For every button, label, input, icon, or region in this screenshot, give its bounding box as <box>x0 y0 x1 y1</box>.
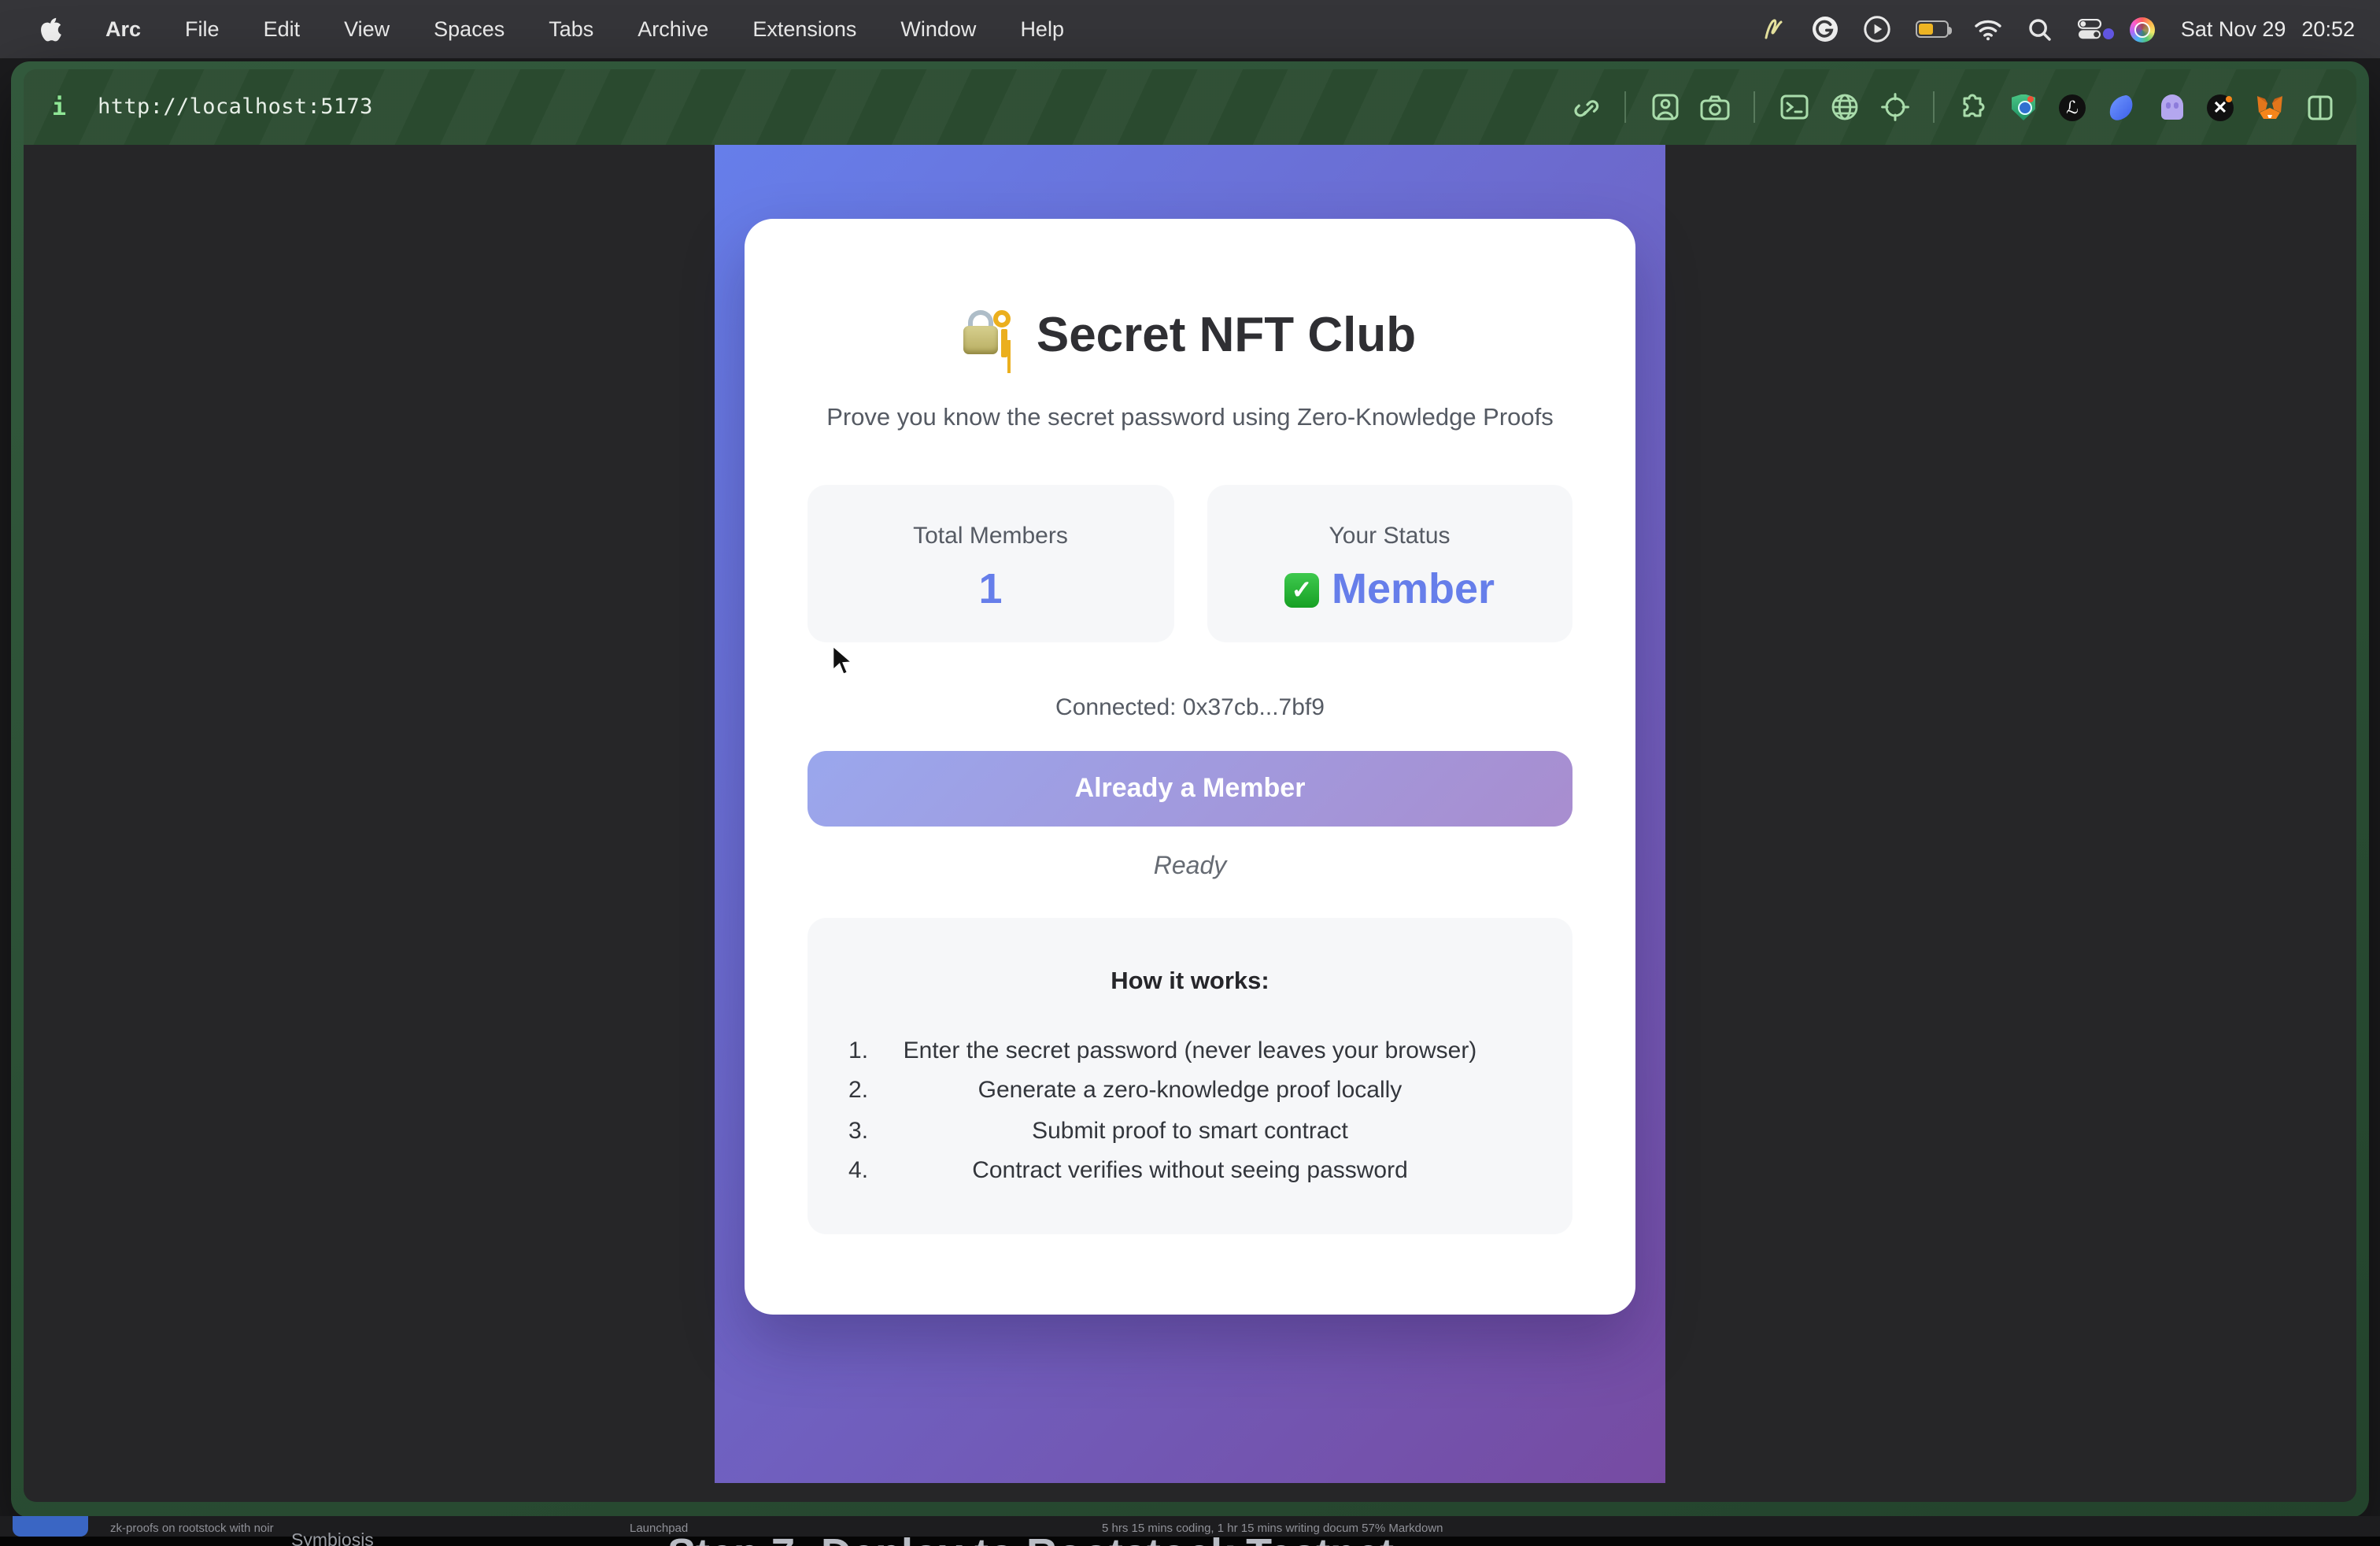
grammarly-status-icon[interactable] <box>1813 16 1839 43</box>
stats-row: Total Members 1 Your Status ✓ Member <box>808 485 1572 642</box>
clock-date: Sat Nov 29 <box>2181 17 2286 41</box>
control-center-icon[interactable] <box>2079 19 2105 39</box>
member-text: Member <box>1332 565 1495 614</box>
your-status-value: ✓ Member <box>1207 565 1572 614</box>
rainbow-lens-icon[interactable] <box>2131 17 2156 42</box>
globe-icon[interactable] <box>1829 92 1859 122</box>
screenshot-image-icon[interactable] <box>1650 92 1680 122</box>
how-it-works-list: Enter the secret password (never leaves … <box>808 1031 1572 1191</box>
check-mark-icon: ✓ <box>1284 572 1319 607</box>
script-l-extension-icon[interactable]: ℒ <box>2059 94 2086 120</box>
notification-dot <box>2104 28 2115 39</box>
how-it-works-box: How it works: Enter the secret password … <box>808 918 1572 1234</box>
element-picker-icon[interactable] <box>1879 92 1909 122</box>
menu-extensions[interactable]: Extensions <box>752 17 856 41</box>
clock-time: 20:52 <box>2301 17 2355 41</box>
terminal-icon[interactable] <box>1779 92 1809 122</box>
how-it-works-heading: How it works: <box>808 968 1572 997</box>
webpage-background: Secret NFT Club Prove you know the secre… <box>715 145 1665 1483</box>
menu-file[interactable]: File <box>185 17 220 41</box>
doc-step-heading: Step 7: Deploy to Rootstock Testnet <box>667 1530 1394 1546</box>
how-step-1: Enter the secret password (never leaves … <box>808 1031 1572 1071</box>
page-title: Secret NFT Club <box>808 307 1572 364</box>
vscode-branch-text: zk-proofs on rootstock with noir <box>110 1520 274 1534</box>
page-subtitle: Prove you know the secret password using… <box>808 405 1572 433</box>
spotlight-search-icon[interactable] <box>2028 17 2053 42</box>
wifi-icon[interactable] <box>1975 18 2003 40</box>
menu-archive[interactable]: Archive <box>638 17 708 41</box>
adguard-shield-icon[interactable] <box>2009 92 2038 122</box>
doc-project-label: Symbiosis <box>291 1532 374 1546</box>
toolbar-divider <box>1754 91 1755 123</box>
site-info-icon[interactable]: i <box>52 93 66 121</box>
menubar-clock[interactable]: Sat Nov 29 20:52 <box>2181 17 2355 41</box>
menu-tabs[interactable]: Tabs <box>549 17 593 41</box>
background-document-window: Symbiosis Step 7: Deploy to Rootstock Te… <box>0 1537 2380 1546</box>
vscode-remote-indicator[interactable] <box>13 1516 88 1537</box>
total-members-value: 1 <box>808 565 1173 614</box>
url-text[interactable]: http://localhost:5173 <box>98 94 373 120</box>
total-members-box: Total Members 1 <box>808 485 1173 642</box>
battery-icon[interactable] <box>1916 21 1949 38</box>
extensions-puzzle-icon[interactable] <box>1958 92 1988 122</box>
your-status-label: Your Status <box>1207 523 1572 549</box>
menu-window[interactable]: Window <box>900 17 976 41</box>
address-bar[interactable]: i http://localhost:5173 <box>52 93 373 121</box>
status-ready-text: Ready <box>808 853 1572 882</box>
app-card: Secret NFT Club Prove you know the secre… <box>745 219 1635 1315</box>
menu-spaces[interactable]: Spaces <box>434 17 504 41</box>
apple-menu-icon[interactable] <box>38 16 61 43</box>
menu-app-name[interactable]: Arc <box>105 17 141 41</box>
browser-toolbar: i http://localhost:5173 <box>24 69 2356 145</box>
toolbar-divider <box>1933 91 1935 123</box>
menu-help[interactable]: Help <box>1020 17 1064 41</box>
mouse-cursor <box>831 644 855 686</box>
already-member-button[interactable]: Already a Member <box>808 751 1572 827</box>
how-step-2: Generate a zero-knowledge proof locally <box>808 1071 1572 1111</box>
browser-viewport: Secret NFT Club Prove you know the secre… <box>24 145 2356 1502</box>
blue-bird-extension-icon[interactable] <box>2106 92 2136 122</box>
your-status-box: Your Status ✓ Member <box>1207 485 1572 642</box>
connected-address: Connected: 0x37cb...7bf9 <box>808 694 1572 721</box>
how-step-3: Submit proof to smart contract <box>808 1111 1572 1152</box>
total-members-label: Total Members <box>808 523 1173 549</box>
x-extension-icon[interactable]: ✕ <box>2207 94 2234 120</box>
menu-view[interactable]: View <box>344 17 390 41</box>
screen: Arc File Edit View Spaces Tabs Archive E… <box>0 0 2380 1546</box>
macos-menubar: Arc File Edit View Spaces Tabs Archive E… <box>0 0 2380 58</box>
arc-browser-window: i http://localhost:5173 <box>11 61 2369 1518</box>
play-status-icon[interactable] <box>1864 16 1891 43</box>
toolbar-divider <box>1624 91 1626 123</box>
page-title-text: Secret NFT Club <box>1037 307 1416 364</box>
camera-icon[interactable] <box>1700 92 1730 122</box>
ghostery-icon[interactable] <box>2156 92 2186 122</box>
menu-edit[interactable]: Edit <box>264 17 301 41</box>
metamask-fox-icon[interactable] <box>2254 92 2284 122</box>
split-view-icon[interactable] <box>2304 92 2334 122</box>
lock-with-key-icon <box>964 310 1018 361</box>
scribble-status-icon[interactable] <box>1761 16 1787 43</box>
copy-link-icon[interactable] <box>1571 92 1601 122</box>
how-step-4: Contract verifies without seeing passwor… <box>808 1151 1572 1191</box>
